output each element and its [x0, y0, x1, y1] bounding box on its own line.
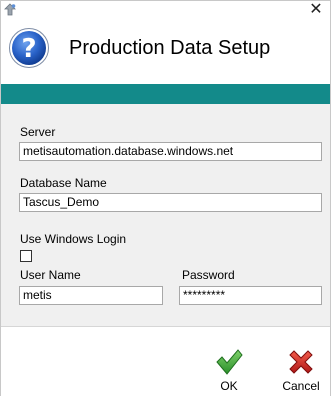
- cancel-label: Cancel: [282, 379, 320, 393]
- username-label: User Name: [20, 268, 81, 282]
- windows-login-label: Use Windows Login: [20, 232, 127, 246]
- question-icon: ?: [8, 27, 50, 69]
- dialog-window: ✕ ? Production Data Setup Server metisau…: [0, 0, 331, 396]
- server-input[interactable]: metisautomation.database.windows.net: [19, 142, 322, 161]
- database-name-label: Database Name: [20, 176, 107, 190]
- cancel-x-icon: [289, 350, 313, 374]
- windows-login-checkbox[interactable]: [20, 250, 32, 262]
- close-button[interactable]: ✕: [308, 1, 324, 19]
- header-band: [1, 84, 330, 104]
- form-panel: Server metisautomation.database.windows.…: [1, 104, 330, 327]
- server-label: Server: [20, 125, 56, 139]
- username-input[interactable]: metis: [19, 286, 163, 305]
- ok-label: OK: [220, 379, 238, 393]
- svg-text:?: ?: [21, 34, 36, 64]
- database-name-input[interactable]: Tascus_Demo: [19, 193, 322, 212]
- dialog-title: Production Data Setup: [69, 37, 271, 59]
- action-bar: OK Cancel: [1, 327, 330, 396]
- ok-button[interactable]: OK: [204, 347, 254, 396]
- cancel-button[interactable]: Cancel: [276, 347, 326, 396]
- password-label: Password: [182, 268, 235, 282]
- app-icon: [3, 3, 17, 17]
- checkmark-icon: [216, 349, 243, 375]
- password-input[interactable]: *********: [179, 286, 322, 305]
